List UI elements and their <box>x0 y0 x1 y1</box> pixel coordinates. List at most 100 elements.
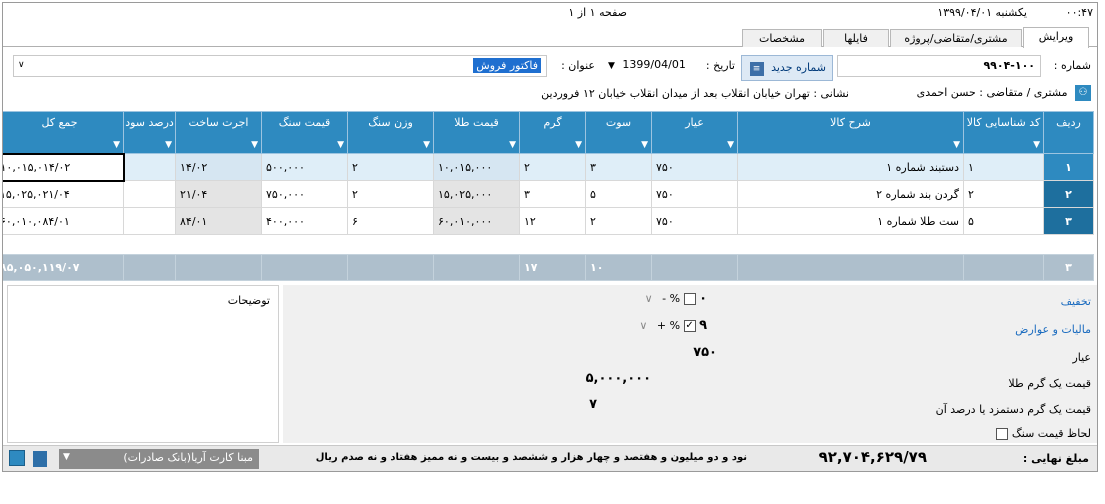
filter-icon[interactable]: ▼ <box>727 140 734 150</box>
filter-icon[interactable]: ▼ <box>251 140 258 150</box>
save-icon[interactable] <box>9 450 25 466</box>
number-field[interactable]: ۹۹۰۴-۱۰۰ <box>837 55 1041 77</box>
percent-sign: % <box>669 319 681 332</box>
cell-sot[interactable]: ۲ <box>585 207 652 235</box>
cell-stone-price[interactable]: ۵۰۰,۰۰۰ <box>261 153 348 181</box>
title-field[interactable]: فاکتور فروش ∨ <box>13 55 547 77</box>
filter-icon[interactable]: ▼ <box>1033 140 1040 150</box>
cell-stone-weight[interactable]: ۲ <box>347 153 434 181</box>
wage-pct-value[interactable]: ۷ <box>589 397 597 412</box>
cell-total: ۱۰,۰۱۵,۰۱۴/۰۲ <box>3 152 125 182</box>
table-row[interactable]: ۱ ۱ دستبند شماره ۱ ۷۵۰ ۳ ۲ ۱۰,۰۱۵,۰۰۰ ۲ … <box>3 152 1094 182</box>
cell-stone-weight[interactable]: ۲ <box>347 180 434 208</box>
current-date: یکشنبه ۱۳۹۹/۰۴/۰۱ <box>937 6 1027 19</box>
stone-price-check[interactable]: لحاظ قیمت سنگ <box>996 427 1091 440</box>
cell-profit[interactable] <box>123 207 176 235</box>
customer-icon[interactable]: ⚇ <box>1075 85 1091 101</box>
tax-label[interactable]: مالیات و عوارض <box>1015 323 1091 336</box>
cell-sot[interactable]: ۵ <box>585 180 652 208</box>
plus-sign[interactable]: + <box>657 319 666 332</box>
cell-ayar[interactable]: ۷۵۰ <box>651 153 738 181</box>
amount-in-words: نود و دو میلیون و هفتصد و چهار هزار و شش… <box>315 452 747 463</box>
cell-description[interactable]: گردن بند شماره ۲ <box>737 180 964 208</box>
cell-stone-price[interactable]: ۴۰۰,۰۰۰ <box>261 207 348 235</box>
stone-price-checkbox[interactable] <box>996 428 1009 440</box>
cell-code[interactable]: ۵ <box>963 207 1044 235</box>
discount-label[interactable]: تخفیف <box>1061 295 1091 308</box>
calculator-icon[interactable] <box>33 451 47 467</box>
row-index[interactable]: ۱ <box>1043 153 1094 181</box>
cell-profit[interactable] <box>123 180 176 208</box>
cell-code[interactable]: ۱ <box>963 153 1044 181</box>
notes-box[interactable]: توضیحات <box>7 285 279 443</box>
final-amount-label: مبلغ نهایی : <box>1022 452 1089 465</box>
chevron-down-icon[interactable]: ▼ <box>608 61 615 71</box>
minus-sign[interactable]: - <box>662 292 666 305</box>
col-gold-price[interactable]: قیمت طلا ▼ <box>433 111 520 154</box>
cell-profit[interactable] <box>123 153 176 181</box>
tab-specs[interactable]: مشخصات <box>742 29 822 47</box>
gold-gram-value[interactable]: ۵,۰۰۰,۰۰۰ <box>586 371 651 386</box>
filter-icon[interactable]: ▼ <box>575 140 582 150</box>
col-ayar[interactable]: عیار ▼ <box>651 111 738 154</box>
cell-stone-weight[interactable]: ۶ <box>347 207 434 235</box>
new-number-button[interactable]: شماره جدید ≡ <box>741 55 833 81</box>
cell-code[interactable]: ۲ <box>963 180 1044 208</box>
tab-customer[interactable]: مشتری/متقاضی/پروژه <box>890 29 1022 47</box>
summary-row: ۳ ۱۰ ۱۷ ۸۵,۰۵۰,۱۱۹/۰۷ <box>3 254 1094 281</box>
filter-icon[interactable]: ▼ <box>953 140 960 150</box>
table-row[interactable]: ۲ ۲ گردن بند شماره ۲ ۷۵۰ ۵ ۳ ۱۵,۰۲۵,۰۰۰ … <box>3 180 1094 208</box>
cell-gram[interactable]: ۳ <box>519 180 586 208</box>
filter-icon[interactable]: ▼ <box>337 140 344 150</box>
tab-files[interactable]: فایلها <box>823 29 889 47</box>
table-row[interactable]: ۳ ۵ ست طلا شماره ۱ ۷۵۰ ۲ ۱۲ ۶۰,۰۱۰,۰۰۰ ۶… <box>3 207 1094 235</box>
col-sot[interactable]: سوت ▼ <box>585 111 652 154</box>
notes-label: توضیحات <box>227 294 270 307</box>
ayar-value[interactable]: ۷۵۰ <box>693 345 717 360</box>
col-gram[interactable]: گرم ▼ <box>519 111 586 154</box>
customer-label: مشتری / متقاضی : حسن احمدی <box>916 86 1068 99</box>
tab-edit[interactable]: ویرایش <box>1023 27 1089 48</box>
number-label: شماره : <box>1053 59 1091 72</box>
header-row: ردیف کد شناسایی کالا ▼ شرح کالا ▼ عیار ▼ سو… <box>3 111 1094 154</box>
cell-gram[interactable]: ۱۲ <box>519 207 586 235</box>
cell-gram[interactable]: ۲ <box>519 153 586 181</box>
filter-icon[interactable]: ▼ <box>423 140 430 150</box>
address-row: نشانی : تهران خیابان انقلاب بعد از میدان… <box>541 87 849 107</box>
col-description[interactable]: شرح کالا ▼ <box>737 111 964 154</box>
tax-control: ۹ ✓ % + ∨ <box>639 318 707 333</box>
col-stone-price[interactable]: قیمت سنگ ▼ <box>261 111 348 154</box>
tax-percent-checkbox[interactable]: ✓ <box>683 320 696 332</box>
row-index[interactable]: ۲ <box>1043 180 1094 208</box>
col-wage[interactable]: اجرت ساخت ▼ <box>175 111 262 154</box>
col-total[interactable]: جمع کل ▼ <box>3 111 124 154</box>
col-stone-weight[interactable]: وزن سنگ ▼ <box>347 111 434 154</box>
bank-select[interactable]: مبنا کارت آریا(بانک صادرات) ▼ <box>59 449 259 469</box>
discount-percent-checkbox[interactable] <box>683 293 696 305</box>
cell-description[interactable]: ست طلا شماره ۱ <box>737 207 964 235</box>
cell-sot[interactable]: ۳ <box>585 153 652 181</box>
chevron-down-icon[interactable]: ▼ <box>63 452 70 462</box>
chevron-down-icon[interactable]: ∨ <box>18 60 25 70</box>
chevron-down-icon[interactable]: ∨ <box>645 292 653 305</box>
col-profit[interactable]: درصد سود ▼ <box>123 111 176 154</box>
cell-ayar[interactable]: ۷۵۰ <box>651 180 738 208</box>
cell-gold-price: ۱۵,۰۲۵,۰۰۰ <box>433 180 520 208</box>
col-row-index[interactable]: ردیف <box>1043 111 1094 154</box>
cell-description[interactable]: دستبند شماره ۱ <box>737 153 964 181</box>
filter-icon[interactable]: ▼ <box>113 140 120 150</box>
cell-stone-price[interactable]: ۷۵۰,۰۰۰ <box>261 180 348 208</box>
cell-ayar[interactable]: ۷۵۰ <box>651 207 738 235</box>
filter-icon[interactable]: ▼ <box>641 140 648 150</box>
chevron-down-icon[interactable]: ∨ <box>639 319 647 332</box>
tax-value[interactable]: ۹ <box>699 318 707 333</box>
filter-icon[interactable]: ▼ <box>509 140 516 150</box>
top-info-bar: ۰۰:۴۷ یکشنبه ۱۳۹۹/۰۴/۰۱ صفحه ۱ از ۱ <box>3 3 1097 23</box>
date-field[interactable]: ▼ 1399/04/01 <box>603 55 693 77</box>
row-index[interactable]: ۳ <box>1043 207 1094 235</box>
date-value: 1399/04/01 <box>622 58 686 71</box>
discount-value[interactable]: ۰ <box>699 291 707 306</box>
address-text: نشانی : تهران خیابان انقلاب بعد از میدان… <box>541 87 849 100</box>
col-code[interactable]: کد شناسایی کالا ▼ <box>963 111 1044 154</box>
filter-icon[interactable]: ▼ <box>165 140 172 150</box>
